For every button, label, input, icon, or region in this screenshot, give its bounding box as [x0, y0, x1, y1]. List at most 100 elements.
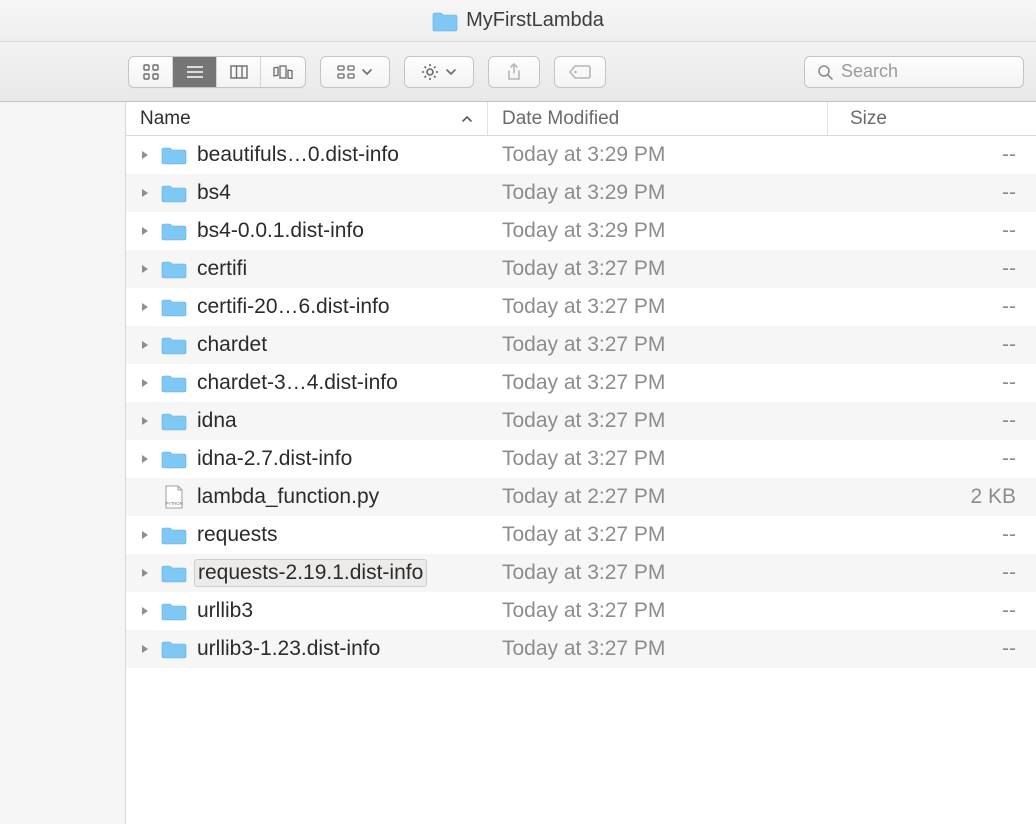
file-row[interactable]: idna Today at 3:27 PM--	[126, 402, 1036, 440]
cell-date: Today at 3:29 PM	[488, 143, 828, 167]
action-button[interactable]	[404, 56, 474, 88]
file-list[interactable]: beautifuls…0.dist-infoToday at 3:29 PM--…	[126, 136, 1036, 824]
file-row[interactable]: urllib3 Today at 3:27 PM--	[126, 592, 1036, 630]
view-list-button[interactable]	[173, 57, 217, 87]
cell-name: requests	[126, 522, 488, 548]
file-row[interactable]: chardetToday at 3:27 PM--	[126, 326, 1036, 364]
file-name-label[interactable]: idna	[194, 408, 240, 434]
file-row[interactable]: idna-2.7.dist-infoToday at 3:27 PM--	[126, 440, 1036, 478]
file-name-label[interactable]: idna-2.7.dist-info	[194, 446, 355, 472]
search-icon	[817, 64, 833, 80]
file-row[interactable]: bs4Today at 3:29 PM--	[126, 174, 1036, 212]
column-name-label: Name	[140, 108, 191, 130]
file-name-label[interactable]: requests	[194, 522, 281, 548]
tag-icon	[569, 64, 591, 80]
view-columns-button[interactable]	[217, 57, 261, 87]
file-row[interactable]: chardet-3…4.dist-info Today at 3:27 PM--	[126, 364, 1036, 402]
file-name-label[interactable]: chardet	[194, 332, 270, 358]
search-field[interactable]	[804, 56, 1024, 88]
file-row[interactable]: PYTHONlambda_function.pyToday at 2:27 PM…	[126, 478, 1036, 516]
file-name-label[interactable]: urllib3	[194, 598, 256, 624]
cell-name: PYTHON lambda_function.py	[126, 484, 488, 510]
cell-size: --	[828, 371, 1036, 395]
file-name-label[interactable]: certifi-20…6.dist-info	[194, 294, 393, 320]
cell-size: --	[828, 409, 1036, 433]
tags-button[interactable]	[554, 56, 606, 88]
cell-size: 2 KB	[828, 485, 1036, 509]
cell-name: certifi	[126, 256, 488, 282]
gear-icon	[421, 63, 439, 81]
disclosure-triangle-icon[interactable]	[136, 377, 154, 389]
view-icons-button[interactable]	[129, 57, 173, 87]
cell-size: --	[828, 219, 1036, 243]
disclosure-triangle-icon[interactable]	[136, 339, 154, 351]
file-name-label[interactable]: requests-2.19.1.dist-info	[194, 559, 427, 587]
column-header-date[interactable]: Date Modified	[488, 102, 828, 135]
column-header-name[interactable]: Name	[126, 102, 488, 135]
cell-date: Today at 3:27 PM	[488, 409, 828, 433]
cell-date: Today at 3:27 PM	[488, 295, 828, 319]
disclosure-triangle-icon[interactable]	[136, 301, 154, 313]
disclosure-triangle-icon[interactable]	[136, 529, 154, 541]
cell-date: Today at 3:27 PM	[488, 599, 828, 623]
titlebar[interactable]: MyFirstLambda	[0, 0, 1036, 42]
cell-date: Today at 3:27 PM	[488, 561, 828, 585]
cell-size: --	[828, 447, 1036, 471]
toolbar	[0, 42, 1036, 102]
file-row[interactable]: requests-2.19.1.dist-info Today at 3:27 P…	[126, 554, 1036, 592]
file-row[interactable]: certifiToday at 3:27 PM--	[126, 250, 1036, 288]
disclosure-triangle-icon[interactable]	[136, 187, 154, 199]
cell-size: --	[828, 561, 1036, 585]
column-date-label: Date Modified	[502, 108, 619, 130]
svg-text:PYTHON: PYTHON	[165, 501, 182, 506]
cell-name: urllib3	[126, 598, 488, 624]
disclosure-triangle-icon[interactable]	[136, 149, 154, 161]
cell-date: Today at 3:27 PM	[488, 371, 828, 395]
disclosure-triangle-icon[interactable]	[136, 453, 154, 465]
file-row[interactable]: bs4-0.0.1.dist-info Today at 3:29 PM--	[126, 212, 1036, 250]
sort-indicator-icon	[461, 113, 473, 125]
cell-name: chardet-3…4.dist-info	[126, 370, 488, 396]
view-mode-segment	[128, 56, 306, 88]
folder-icon	[160, 183, 188, 203]
disclosure-triangle-icon[interactable]	[136, 605, 154, 617]
cell-date: Today at 3:29 PM	[488, 219, 828, 243]
disclosure-triangle-icon[interactable]	[136, 225, 154, 237]
file-name-label[interactable]: lambda_function.py	[194, 484, 382, 510]
folder-icon	[160, 145, 188, 165]
cell-size: --	[828, 599, 1036, 623]
title-wrap: MyFirstLambda	[432, 9, 604, 32]
window-title: MyFirstLambda	[466, 9, 604, 32]
file-name-label[interactable]: bs4-0.0.1.dist-info	[194, 218, 367, 244]
file-row[interactable]: urllib3-1.23.dist-infoToday at 3:27 PM--	[126, 630, 1036, 668]
share-button[interactable]	[488, 56, 540, 88]
cell-size: --	[828, 143, 1036, 167]
cell-size: --	[828, 257, 1036, 281]
file-name-label[interactable]: beautifuls…0.dist-info	[194, 142, 402, 168]
disclosure-triangle-icon[interactable]	[136, 415, 154, 427]
column-headers: Name Date Modified Size	[126, 102, 1036, 136]
file-row[interactable]: beautifuls…0.dist-info Today at 3:29 PM--	[126, 136, 1036, 174]
disclosure-triangle-icon[interactable]	[136, 567, 154, 579]
file-row[interactable]: certifi-20…6.dist-infoToday at 3:27 PM--	[126, 288, 1036, 326]
file-name-label[interactable]: chardet-3…4.dist-info	[194, 370, 401, 396]
cell-date: Today at 3:27 PM	[488, 333, 828, 357]
column-header-size[interactable]: Size	[828, 102, 1036, 135]
view-coverflow-button[interactable]	[261, 57, 305, 87]
search-input[interactable]	[841, 61, 1011, 82]
cell-name: urllib3-1.23.dist-info	[126, 636, 488, 662]
file-name-label[interactable]: certifi	[194, 256, 250, 282]
folder-icon	[160, 449, 188, 469]
sidebar[interactable]	[0, 102, 126, 824]
disclosure-triangle-icon[interactable]	[136, 263, 154, 275]
cell-date: Today at 3:27 PM	[488, 523, 828, 547]
chevron-down-icon	[445, 66, 457, 78]
arrange-button[interactable]	[320, 56, 390, 88]
disclosure-triangle-icon[interactable]	[136, 643, 154, 655]
cell-name: beautifuls…0.dist-info	[126, 142, 488, 168]
cell-name: requests-2.19.1.dist-info	[126, 559, 488, 587]
file-name-label[interactable]: bs4	[194, 180, 234, 206]
file-row[interactable]: requests Today at 3:27 PM--	[126, 516, 1036, 554]
file-name-label[interactable]: urllib3-1.23.dist-info	[194, 636, 383, 662]
cell-size: --	[828, 523, 1036, 547]
